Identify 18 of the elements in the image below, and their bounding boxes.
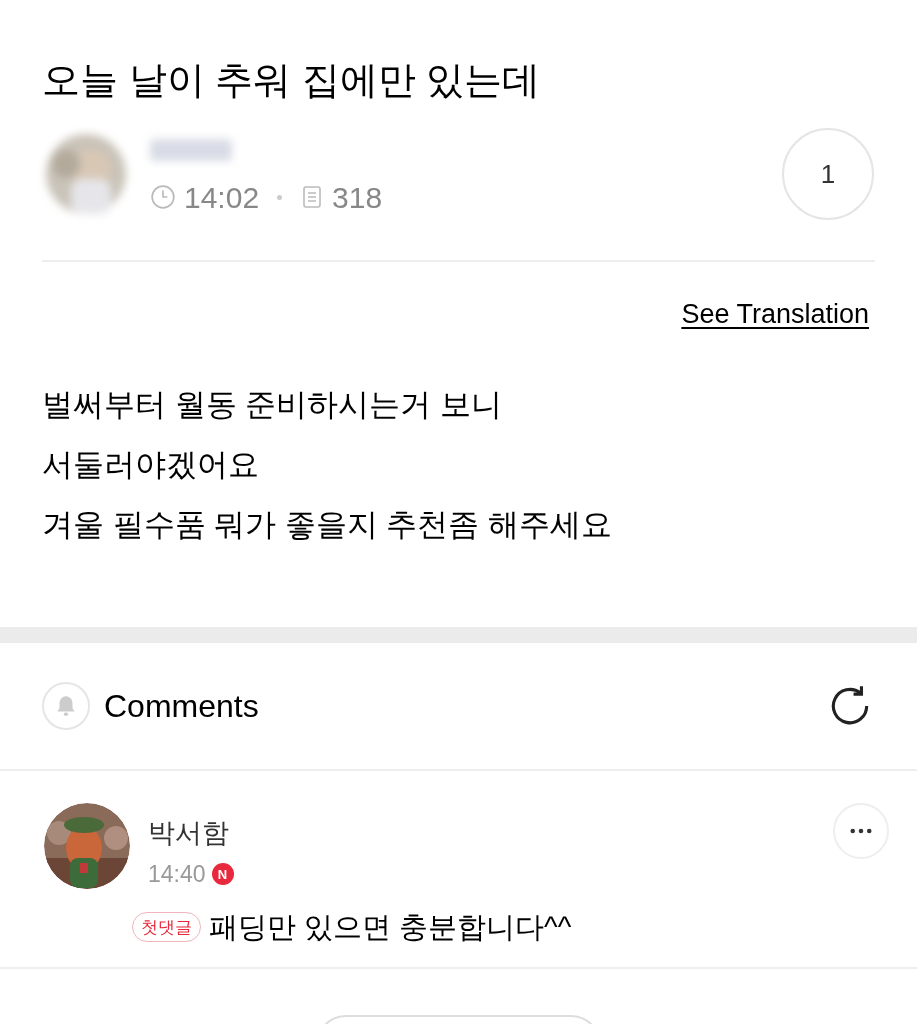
- clock-icon: [150, 184, 176, 210]
- bell-icon[interactable]: [42, 681, 90, 730]
- post-body-line: 겨울 필수품 뭐가 좋을지 추천좀 해주세요: [42, 505, 614, 544]
- more-icon: [850, 826, 872, 835]
- more-button[interactable]: [833, 802, 889, 859]
- comment-text: 패딩만 있으면 충분합니다^^: [209, 909, 572, 945]
- comment-time: 14:40: [148, 860, 206, 889]
- see-translation-link[interactable]: See Translation: [681, 294, 869, 335]
- post-body-line: 서둘러야겠어요: [42, 445, 260, 484]
- view-count: 318: [332, 179, 383, 216]
- comments-title: Comments: [104, 686, 259, 726]
- comment-count-button[interactable]: 1: [782, 128, 874, 220]
- post-body-line: 벌써부터 월동 준비하시는거 보니: [42, 385, 503, 424]
- dot-separator: [277, 194, 283, 200]
- comment-author: 박서함: [148, 816, 230, 850]
- post-time: 14:02: [184, 179, 260, 216]
- new-badge: N: [211, 863, 234, 886]
- post-title: 오늘 날이 추워 집에만 있는데: [42, 58, 542, 103]
